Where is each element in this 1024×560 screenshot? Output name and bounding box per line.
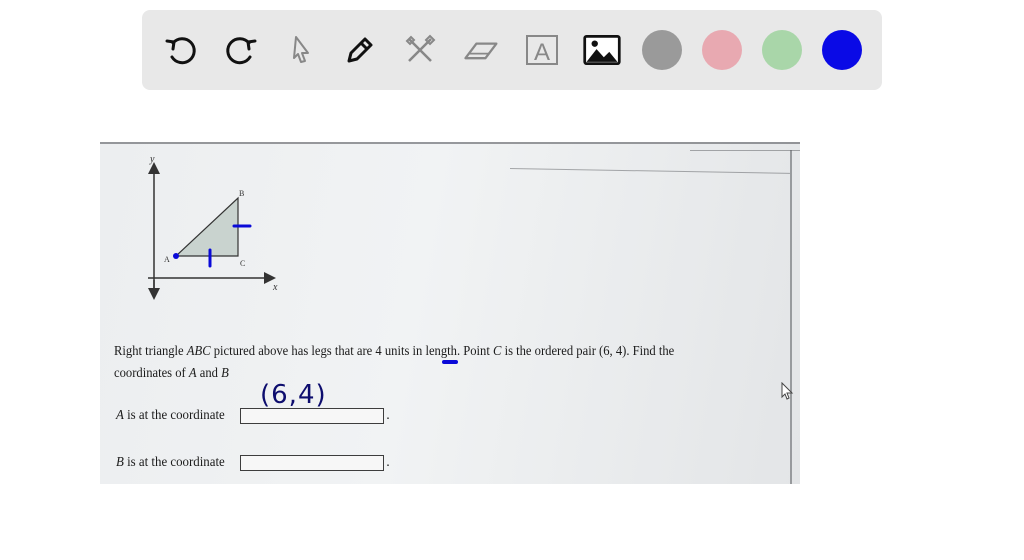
photo-frame-edge	[690, 150, 800, 151]
undo-icon	[165, 37, 196, 65]
mouse-cursor-icon	[781, 382, 794, 400]
question-text: Right triangle ABC pictured above has le…	[114, 341, 708, 385]
answer-a-input[interactable]	[240, 408, 385, 424]
text-button[interactable]: A	[522, 30, 562, 70]
answer-row-a: A is at the coordinate .	[116, 408, 390, 424]
question-point-b: B	[221, 366, 229, 381]
photo-top-edge	[100, 142, 800, 144]
redo-icon	[226, 37, 257, 65]
triangle-graph: y x A B C	[148, 154, 278, 300]
text-icon: A	[526, 35, 558, 66]
question-photo: y x A B C (6,4) Right triangle ABC pictu…	[100, 142, 800, 484]
triangle-abc	[174, 196, 239, 257]
pen-button[interactable]	[340, 30, 380, 70]
question-leg-length: 4	[375, 344, 382, 359]
question-part-1: Right triangle	[114, 344, 187, 359]
svg-text:A: A	[534, 39, 550, 66]
drawing-toolbar: A	[142, 10, 882, 90]
pointer-icon	[293, 36, 309, 63]
point-a-mark	[173, 253, 179, 259]
tools-icon	[405, 34, 436, 62]
image-button[interactable]	[582, 30, 622, 70]
answer-a-label: A is at the coordinate	[116, 408, 225, 423]
color-swatch-gray[interactable]	[642, 30, 682, 70]
underline-mark	[442, 360, 458, 364]
question-part-2: pictured above has legs that are	[210, 344, 376, 359]
answer-row-b: B is at the coordinate .	[116, 455, 390, 471]
question-triangle-name: ABC	[186, 344, 211, 359]
period: .	[386, 455, 390, 470]
photo-frame-edge-2	[509, 168, 790, 174]
color-swatch-pink[interactable]	[702, 30, 742, 70]
color-swatch-blue[interactable]	[822, 30, 862, 70]
x-axis-label: x	[272, 282, 278, 293]
question-part-3: units in length. Point	[381, 344, 494, 359]
y-axis-label: y	[149, 154, 155, 165]
image-icon	[583, 35, 621, 65]
pointer-button[interactable]	[282, 30, 322, 70]
point-b-label: B	[239, 189, 244, 198]
period: .	[386, 408, 390, 423]
eraser-icon	[464, 42, 498, 60]
tools-button[interactable]	[400, 30, 440, 70]
photo-right-edge	[790, 150, 792, 484]
color-swatch-green[interactable]	[762, 30, 802, 70]
point-c-label: C	[240, 259, 245, 268]
answer-b-input[interactable]	[240, 455, 385, 471]
pen-icon	[347, 37, 373, 63]
eraser-button[interactable]	[460, 30, 500, 70]
question-part-5: and	[196, 366, 222, 381]
question-point-a: A	[188, 366, 197, 381]
answer-b-label: B is at the coordinate	[116, 455, 225, 470]
point-a-label: A	[164, 255, 170, 264]
undo-button[interactable]	[162, 30, 202, 70]
redo-button[interactable]	[220, 30, 260, 70]
